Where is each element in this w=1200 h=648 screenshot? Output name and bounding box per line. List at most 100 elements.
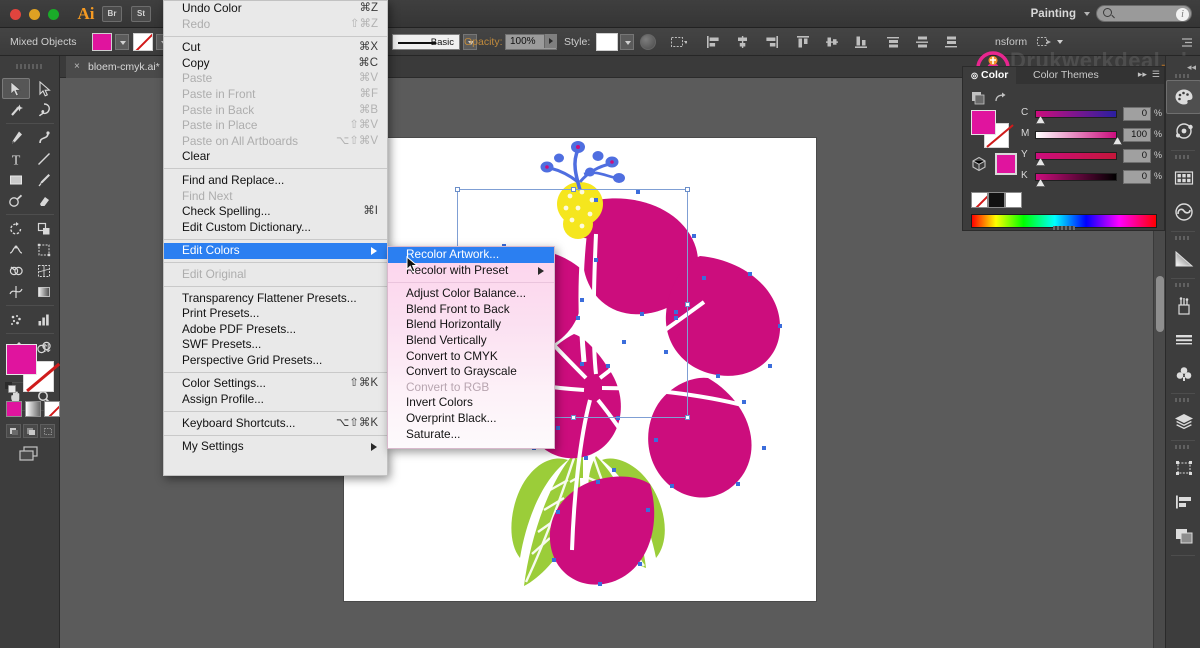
fill-swatch-control[interactable] [92, 33, 112, 51]
minimize-window-button[interactable] [29, 9, 40, 20]
active-color-swatch[interactable] [995, 153, 1017, 175]
workspace-chevron-down-icon[interactable] [1084, 12, 1090, 16]
slider-magenta[interactable]: M 100 % [1021, 127, 1163, 143]
none-swatch-icon[interactable] [971, 192, 988, 208]
submenu-item-adjust-color-balance[interactable]: Adjust Color Balance... [388, 286, 554, 302]
transform-icon[interactable] [1166, 451, 1200, 485]
width-tool[interactable] [2, 239, 30, 260]
menu-item-find-and-replace[interactable]: Find and Replace... [164, 173, 387, 189]
color-mode-buttons[interactable] [6, 401, 60, 417]
swatches-icon[interactable] [1166, 161, 1200, 195]
black-swatch[interactable] [988, 192, 1005, 208]
expand-panel-icon[interactable]: ▸▸ [1138, 69, 1147, 80]
column-graph-tool[interactable] [30, 309, 58, 330]
align-right-icon[interactable] [764, 35, 779, 49]
color-guide-icon[interactable] [1166, 114, 1200, 148]
scale-tool[interactable] [30, 218, 58, 239]
lasso-tool[interactable] [30, 99, 58, 120]
brushes-icon[interactable] [1166, 289, 1200, 323]
gradient-tool[interactable] [30, 281, 58, 302]
type-tool[interactable]: T [2, 148, 30, 169]
align-middle-icon[interactable] [825, 35, 840, 49]
align-bottom-icon[interactable] [854, 35, 869, 49]
curvature-tool[interactable] [30, 127, 58, 148]
align-icon[interactable] [1166, 485, 1200, 519]
close-window-button[interactable] [10, 9, 21, 20]
slider-value-c[interactable]: 0 [1123, 107, 1151, 121]
creative-cloud-icon[interactable] [1166, 195, 1200, 229]
slider-black[interactable]: K 0 % [1021, 169, 1163, 185]
menu-item-keyboard-shortcuts[interactable]: Keyboard Shortcuts...⌥⇧⌘K [164, 416, 387, 432]
style-chevron-down-icon[interactable] [620, 34, 634, 50]
fill-dropdown-icon[interactable] [115, 34, 129, 50]
align-left-icon[interactable] [706, 35, 721, 49]
perspective-grid-tool[interactable] [30, 260, 58, 281]
pathfinder-icon[interactable] [1166, 519, 1200, 553]
slider-track-c[interactable] [1035, 110, 1117, 118]
opacity-step-icon[interactable] [544, 34, 557, 48]
submenu-item-blend-front-to-back[interactable]: Blend Front to Back [388, 302, 554, 318]
dock-group-grip[interactable] [1175, 283, 1191, 287]
align-center-horizontal-icon[interactable] [735, 35, 750, 49]
eraser-tool[interactable] [30, 190, 58, 211]
menu-item-my-settings[interactable]: My Settings [164, 439, 387, 455]
color-panel-menu-icon[interactable]: ☰ [1152, 69, 1160, 80]
shape-builder-tool[interactable] [2, 260, 30, 281]
color-mode-icon[interactable] [6, 401, 22, 417]
dock-group-grip[interactable] [1175, 74, 1191, 78]
swap-fill-stroke-icon[interactable]: ⇅ [42, 342, 51, 355]
maximize-window-button[interactable] [48, 9, 59, 20]
stroke-profile-selector[interactable]: Basic [392, 34, 460, 50]
menu-item-clear[interactable]: Clear [164, 149, 387, 165]
symbols-icon[interactable] [1166, 357, 1200, 391]
workspace-switcher[interactable]: Painting [1031, 6, 1076, 22]
color-panel-fill-stroke[interactable] [971, 110, 1009, 148]
white-swatch[interactable] [1005, 192, 1022, 208]
opacity-mask-button[interactable] [640, 34, 656, 50]
expand-dock-icon[interactable]: ◂◂ [1187, 62, 1196, 73]
submenu-item-blend-vertically[interactable]: Blend Vertically [388, 333, 554, 349]
transform-chevron-down-icon[interactable] [1053, 34, 1067, 50]
search-input[interactable]: i [1096, 5, 1192, 22]
selection-handle-n[interactable] [571, 187, 576, 192]
submenu-item-convert-to-grayscale[interactable]: Convert to Grayscale [388, 364, 554, 380]
slider-yellow[interactable]: Y 0 % [1021, 148, 1163, 164]
menu-item-edit-custom-dictionary[interactable]: Edit Custom Dictionary... [164, 220, 387, 236]
close-tab-icon[interactable]: × [74, 56, 80, 78]
transform-options-icon[interactable] [1036, 35, 1051, 49]
quick-swatches[interactable] [971, 192, 1022, 208]
draw-behind-icon[interactable] [23, 424, 38, 438]
menu-item-adobe-pdf-presets[interactable]: Adobe PDF Presets... [164, 322, 387, 338]
line-segment-tool[interactable] [30, 148, 58, 169]
dock-group-grip[interactable] [1175, 398, 1191, 402]
selection-handle-nw[interactable] [455, 187, 460, 192]
drawing-mode-buttons[interactable] [6, 424, 55, 438]
fill-stroke-control[interactable]: ⇅ [6, 344, 54, 392]
color-panel-icon[interactable] [1166, 80, 1200, 114]
none-mode-icon[interactable] [44, 401, 60, 417]
bridge-button[interactable]: Br [102, 6, 122, 22]
color-panel-resize-grip[interactable] [1053, 226, 1075, 230]
submenu-item-overprint-black[interactable]: Overprint Black... [388, 411, 554, 427]
slider-track-k[interactable] [1035, 173, 1117, 181]
submenu-item-saturate[interactable]: Saturate... [388, 427, 554, 443]
pen-tool[interactable] [2, 127, 30, 148]
selection-handle-se[interactable] [685, 415, 690, 420]
menu-item-swf-presets[interactable]: SWF Presets... [164, 337, 387, 353]
selection-handle-ne[interactable] [685, 187, 690, 192]
slider-value-y[interactable]: 0 [1123, 149, 1151, 163]
distribute-bottom-icon[interactable] [944, 35, 959, 49]
opacity-stepper[interactable] [505, 34, 557, 50]
screen-mode-button[interactable] [18, 446, 40, 462]
tools-panel-grip[interactable] [16, 64, 44, 69]
gradient-mode-icon[interactable] [25, 401, 41, 417]
tab-color-themes[interactable]: Color Themes [1025, 67, 1107, 84]
fill-stroke-toggle-icon[interactable] [971, 91, 985, 105]
default-fill-stroke-icon[interactable] [5, 380, 16, 391]
direct-selection-tool[interactable] [30, 78, 58, 99]
dock-group-grip[interactable] [1175, 236, 1191, 240]
rotate-tool[interactable] [2, 218, 30, 239]
selection-tool[interactable] [2, 78, 30, 99]
blob-brush-tool[interactable] [2, 190, 30, 211]
distribute-center-icon[interactable] [915, 35, 930, 49]
